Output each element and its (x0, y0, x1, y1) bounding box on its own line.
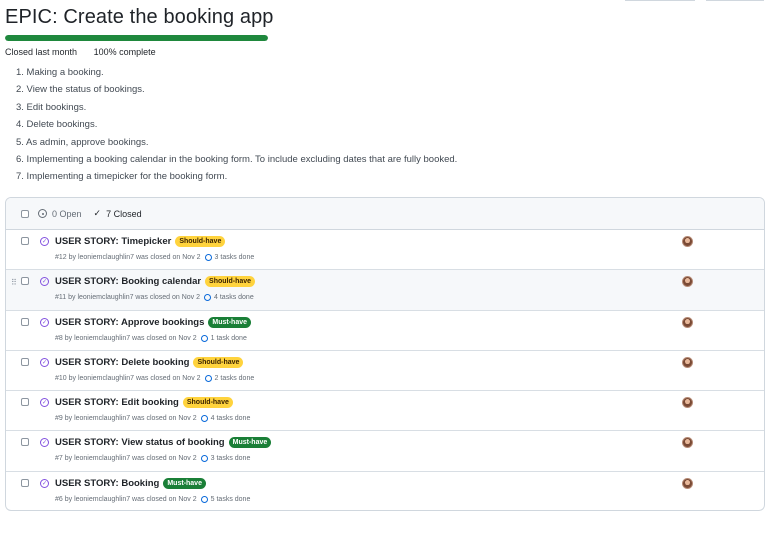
closed-date-text: Closed last month (5, 47, 78, 57)
assignee-avatar[interactable] (682, 276, 693, 288)
description-item: 2. View the status of bookings. (16, 84, 145, 96)
issue-title-link[interactable]: USER STORY: Timepicker (55, 236, 171, 247)
priority-label[interactable]: Must-have (163, 477, 206, 489)
milestone-meta: Closed last month 100% complete (5, 47, 170, 57)
tasks-done-text: 2 tasks done (214, 374, 255, 382)
open-filter[interactable]: 0 Open (38, 209, 82, 219)
tasks-done-text: 3 tasks done (214, 254, 255, 261)
issue-meta-text: #7 by leoniemclaughlin7 was closed on No… (55, 455, 197, 463)
issue-closed-icon: ✓ (40, 237, 49, 246)
drag-handle-icon[interactable]: ⠿ (11, 278, 17, 287)
issue-meta-text: #9 by leoniemclaughlin7 was closed on No… (55, 415, 197, 423)
issue-meta-text: #6 by leoniemclaughlin7 was closed on No… (55, 495, 197, 503)
assignee-avatar[interactable] (682, 397, 693, 409)
issue-row[interactable]: ✓ USER STORY: Booking Must-have #6 by le… (6, 472, 764, 510)
assignee-avatar[interactable] (682, 356, 693, 368)
epic-title: EPIC: Create the booking app (5, 6, 274, 28)
issue-row[interactable]: ✓ USER STORY: Edit booking Should-have #… (6, 391, 764, 432)
issue-open-icon (38, 209, 47, 218)
select-all-checkbox[interactable] (21, 209, 29, 218)
issue-checkbox[interactable] (21, 438, 29, 447)
priority-label[interactable]: Should-have (193, 356, 244, 368)
assignee-avatar[interactable] (682, 477, 693, 489)
priority-label[interactable]: Should-have (205, 276, 256, 288)
issue-title-link[interactable]: USER STORY: Edit booking (55, 397, 179, 408)
priority-label[interactable]: Should-have (182, 397, 233, 409)
issue-title-link[interactable]: USER STORY: View status of booking (55, 437, 225, 448)
issues-header: 0 Open ✓ 7 Closed (6, 198, 764, 230)
issue-closed-icon: ✓ (40, 277, 49, 287)
tasks-done-text: 5 tasks done (210, 495, 251, 503)
issue-checkbox[interactable] (21, 478, 29, 487)
tasks-progress-icon (200, 334, 208, 342)
issue-checkbox[interactable] (21, 357, 29, 366)
description-item: 4. Delete bookings. (16, 119, 98, 131)
issue-row[interactable]: ✓ USER STORY: Approve bookings Must-have… (6, 311, 764, 351)
complete-percent-text: 100% complete (93, 47, 156, 57)
issue-meta-text: #11 by leoniemclaughlin7 was closed on N… (55, 294, 201, 302)
issue-closed-icon: ✓ (40, 317, 49, 327)
issue-checkbox[interactable] (21, 277, 29, 286)
open-count-label: 0 Open (52, 208, 82, 219)
progress-bar (5, 35, 268, 41)
progress-bar-fill (5, 35, 268, 41)
issue-title-link[interactable]: USER STORY: Booking calendar (55, 276, 201, 287)
top-toolbar-edges (0, 0, 773, 2)
tasks-done-text: 1 task done (210, 334, 247, 342)
tasks-progress-icon (200, 415, 208, 423)
assignee-avatar[interactable] (682, 236, 693, 247)
assignee-avatar[interactable] (682, 437, 693, 449)
tasks-progress-icon (200, 495, 208, 503)
description-item: 7. Implementing a timepicker for the boo… (16, 171, 228, 183)
description-item: 3. Edit bookings. (16, 101, 87, 113)
priority-label[interactable]: Must-have (208, 316, 251, 328)
issue-closed-icon: ✓ (40, 438, 49, 448)
issue-checkbox[interactable] (21, 398, 29, 407)
closed-count-label: 7 Closed (106, 208, 142, 219)
tasks-done-text: 3 tasks done (210, 455, 251, 463)
toolbar-button-edge[interactable] (706, 0, 764, 1)
issues-box: 0 Open ✓ 7 Closed ✓ USER STORY: Timepick… (5, 197, 765, 511)
issue-row[interactable]: ⠿ ✓ USER STORY: Booking calendar Should-… (6, 270, 764, 311)
description-item: 1. Making a booking. (16, 67, 104, 78)
issue-meta-text: #10 by leoniemclaughlin7 was closed on N… (55, 374, 201, 382)
issue-checkbox[interactable] (21, 317, 29, 326)
tasks-progress-icon (204, 254, 212, 261)
issue-title-link[interactable]: USER STORY: Approve bookings (55, 317, 204, 328)
priority-label[interactable]: Should-have (175, 236, 226, 247)
assignee-avatar[interactable] (682, 316, 693, 328)
issue-meta-text: #12 by leoniemclaughlin7 was closed on N… (55, 254, 201, 261)
issue-row[interactable]: ✓ USER STORY: Delete booking Should-have… (6, 351, 764, 392)
issue-closed-icon: ✓ (40, 357, 49, 367)
tasks-done-text: 4 tasks done (210, 415, 251, 423)
issue-row[interactable]: ✓ USER STORY: Timepicker Should-have #12… (6, 230, 764, 271)
check-icon: ✓ (93, 208, 102, 218)
description-item: 6. Implementing a booking calendar in th… (16, 153, 458, 165)
issue-checkbox[interactable] (21, 237, 29, 245)
issue-title-link[interactable]: USER STORY: Delete booking (55, 357, 189, 368)
issue-row[interactable]: ✓ USER STORY: View status of booking Mus… (6, 431, 764, 472)
description-item: 5. As admin, approve bookings. (16, 136, 149, 148)
tasks-done-text: 4 tasks done (214, 294, 254, 302)
tasks-progress-icon (200, 455, 208, 463)
priority-label[interactable]: Must-have (228, 437, 272, 449)
issue-closed-icon: ✓ (40, 398, 49, 408)
closed-filter[interactable]: ✓ 7 Closed (94, 208, 142, 219)
description-list: 1. Making a booking. 2. View the status … (16, 66, 457, 188)
toolbar-button-edge[interactable] (625, 0, 695, 1)
issue-title-link[interactable]: USER STORY: Booking (55, 478, 159, 489)
issue-closed-icon: ✓ (40, 478, 49, 488)
tasks-progress-icon (204, 374, 212, 382)
issue-meta-text: #8 by leoniemclaughlin7 was closed on No… (55, 334, 197, 342)
tasks-progress-icon (204, 294, 212, 302)
